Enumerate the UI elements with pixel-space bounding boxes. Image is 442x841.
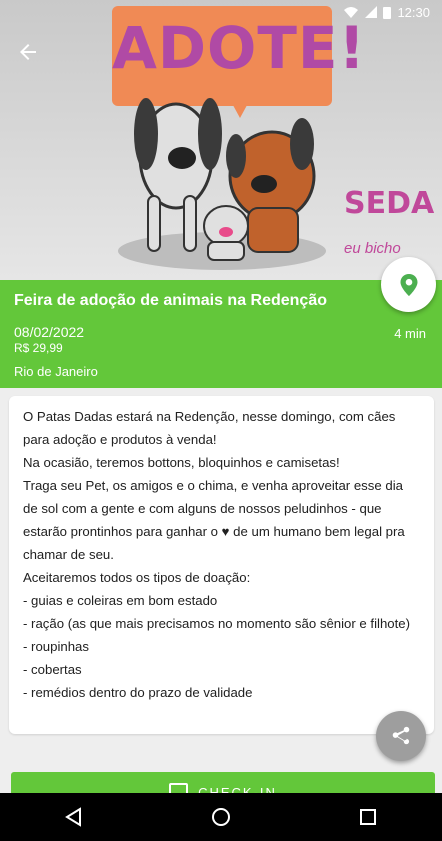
description-line: - guias e coleiras em bom estado	[23, 593, 218, 608]
description-line: Traga seu Pet, os amigos e o chima, e ve…	[23, 478, 405, 562]
description-line: - roupinhas	[23, 639, 89, 654]
event-description: O Patas Dadas estará na Redenção, nesse …	[9, 396, 434, 704]
event-banner-image: ADOTE! SEDA eu bicho	[0, 0, 442, 280]
map-pin-icon	[400, 273, 417, 296]
description-line: O Patas Dadas estará na Redenção, nesse …	[23, 409, 396, 447]
system-navigation-bar	[0, 793, 442, 841]
description-line: - ração (as que mais precisamos no momen…	[23, 616, 411, 631]
share-button[interactable]	[376, 711, 426, 761]
eu-bicho-logo: eu bicho	[344, 240, 401, 257]
adote-sign-text: ADOTE!	[112, 14, 366, 82]
seda-logo: SEDA	[344, 186, 435, 221]
nav-recents-icon[interactable]	[358, 807, 378, 827]
description-line: - cobertas	[23, 662, 82, 677]
event-location: Rio de Janeiro	[14, 364, 98, 379]
description-line: Na ocasião, teremos bottons, bloquinhos …	[23, 455, 340, 470]
back-arrow-icon[interactable]	[16, 40, 40, 64]
nav-back-icon[interactable]	[64, 807, 84, 827]
status-time: 12:30	[397, 4, 430, 20]
event-info-header: Feira de adoção de animais na Redenção 0…	[0, 280, 442, 388]
status-bar: 12:30	[0, 0, 442, 24]
event-title: Feira de adoção de animais na Redenção	[14, 292, 327, 309]
event-description-card: O Patas Dadas estará na Redenção, nesse …	[9, 396, 434, 734]
pets-illustration	[134, 98, 316, 261]
nav-home-icon[interactable]	[211, 807, 231, 827]
event-date: 08/02/2022	[14, 324, 85, 340]
map-button[interactable]	[381, 257, 436, 312]
event-duration: 4 min	[394, 326, 426, 341]
share-icon	[392, 726, 410, 745]
wifi-icon	[344, 6, 359, 18]
event-price: R$ 29,99	[14, 341, 63, 355]
description-line: Aceitaremos todos os tipos de doação:	[23, 570, 251, 585]
signal-icon	[365, 6, 378, 18]
description-line: - remédios dentro do prazo de validade	[23, 685, 253, 700]
battery-icon	[383, 6, 392, 19]
